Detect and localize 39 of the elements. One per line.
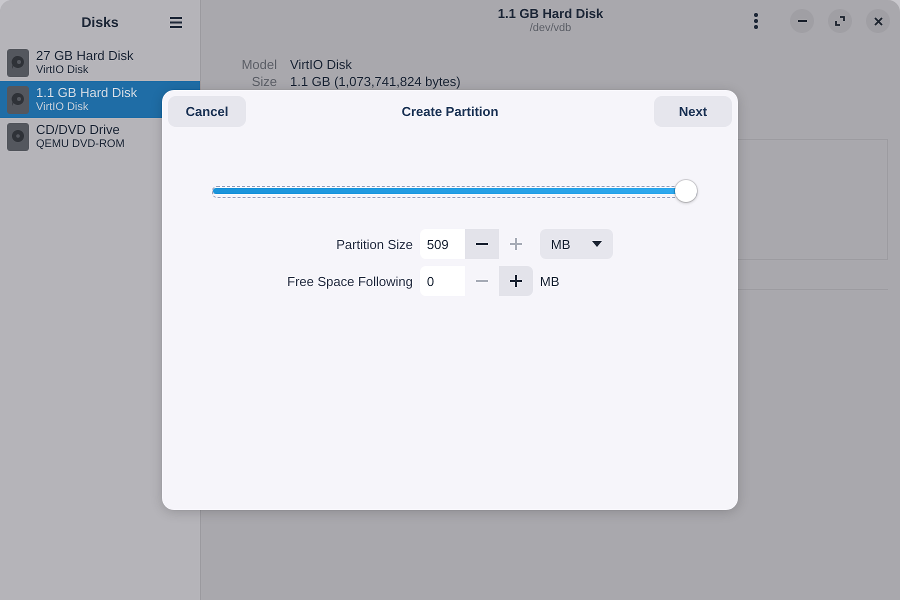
maximize-icon [835, 16, 845, 26]
disk-name: CD/DVD Drive [36, 122, 121, 136]
minimize-button[interactable] [790, 9, 814, 33]
unit-label: MB [540, 274, 560, 288]
property-value: VirtIO Disk [290, 56, 353, 73]
caret-down-icon [592, 241, 602, 247]
dialog-title: Create Partition [402, 104, 498, 119]
plus-icon [510, 275, 522, 287]
disk-model: VirtIO Disk [36, 100, 90, 114]
maximize-button[interactable] [828, 9, 852, 33]
disk-model: QEMU DVD-ROM [36, 136, 125, 152]
close-button[interactable] [866, 9, 890, 33]
sidebar-title: Disks [81, 14, 119, 30]
increase-button[interactable] [498, 266, 533, 296]
minus-icon [476, 280, 488, 282]
number-input[interactable]: 509 [420, 229, 465, 259]
number-input[interactable]: 0 [420, 266, 465, 296]
disk-name: 1.1 GB Hard Disk [36, 84, 138, 100]
decrease-button[interactable] [464, 229, 499, 259]
menu-icon [170, 16, 182, 28]
window-title: 1.1 GB Hard Disk [498, 6, 604, 21]
slider-thumb[interactable] [675, 180, 697, 202]
field-label: Free Space Following [287, 274, 413, 288]
cancel-button[interactable]: Cancel [168, 96, 246, 127]
field-label: Partition Size [335, 236, 413, 252]
next-button[interactable]: Next [654, 96, 732, 127]
property-value: 1.1 GB (1,073,741,824 bytes) [290, 73, 461, 90]
kebab-menu-icon [754, 13, 758, 29]
close-icon [874, 16, 882, 26]
window-subtitle: /dev/vdb [530, 21, 572, 36]
plus-icon [510, 238, 522, 250]
property-label: Size [250, 73, 277, 90]
disk-model: VirtIO Disk [36, 62, 90, 78]
unit-dropdown[interactable]: MB [540, 229, 613, 259]
minus-icon [476, 243, 488, 245]
disk-list-item[interactable]: 27 GB Hard Disk VirtIO Disk [0, 44, 200, 81]
property-label: Model [240, 56, 277, 73]
minimize-icon [798, 20, 806, 22]
disk-name: 27 GB Hard Disk [36, 48, 134, 62]
